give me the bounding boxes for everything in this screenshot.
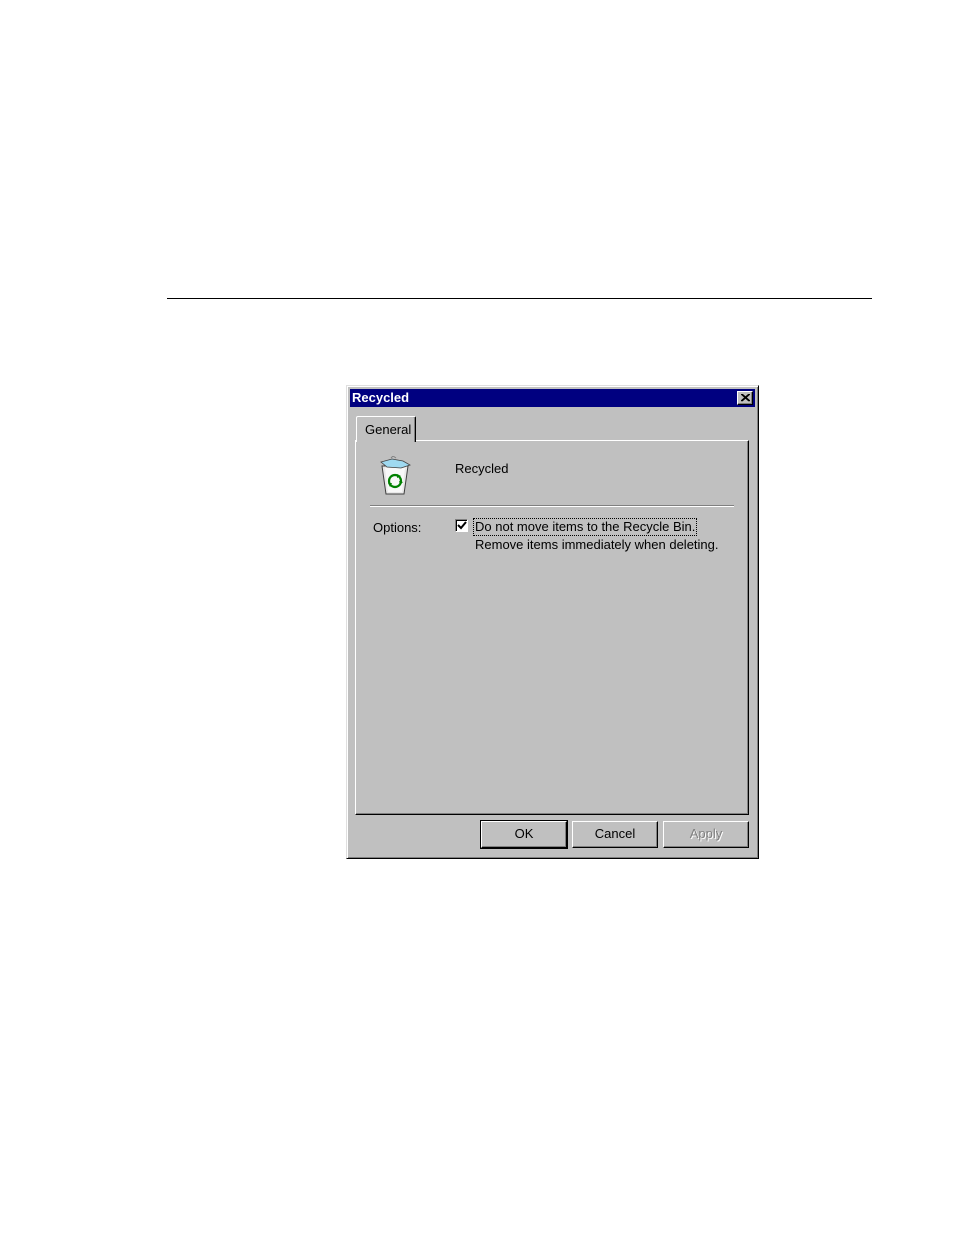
separator-line	[370, 505, 734, 507]
options-label: Options:	[373, 520, 422, 535]
title-bar[interactable]: Recycled	[350, 389, 755, 407]
close-icon	[741, 394, 750, 402]
dialog-title: Recycled	[352, 390, 410, 405]
ok-button[interactable]: OK	[480, 820, 568, 849]
tab-general-label: General	[365, 422, 412, 437]
close-button[interactable]	[737, 391, 753, 405]
recycle-bin-icon	[380, 456, 411, 495]
page-divider-line	[167, 298, 872, 299]
cancel-button[interactable]: Cancel	[572, 821, 658, 848]
checkbox-description: Remove items immediately when deleting.	[475, 537, 719, 552]
delete-immediately-checkbox[interactable]	[455, 519, 468, 532]
apply-button[interactable]: Apply	[663, 821, 749, 848]
folder-name: Recycled	[455, 461, 509, 476]
tab-panel-general	[355, 440, 749, 815]
checkmark-icon	[457, 521, 467, 530]
tab-general[interactable]: General	[356, 416, 416, 442]
checkbox-label[interactable]: Do not move items to the Recycle Bin.	[472, 518, 698, 536]
